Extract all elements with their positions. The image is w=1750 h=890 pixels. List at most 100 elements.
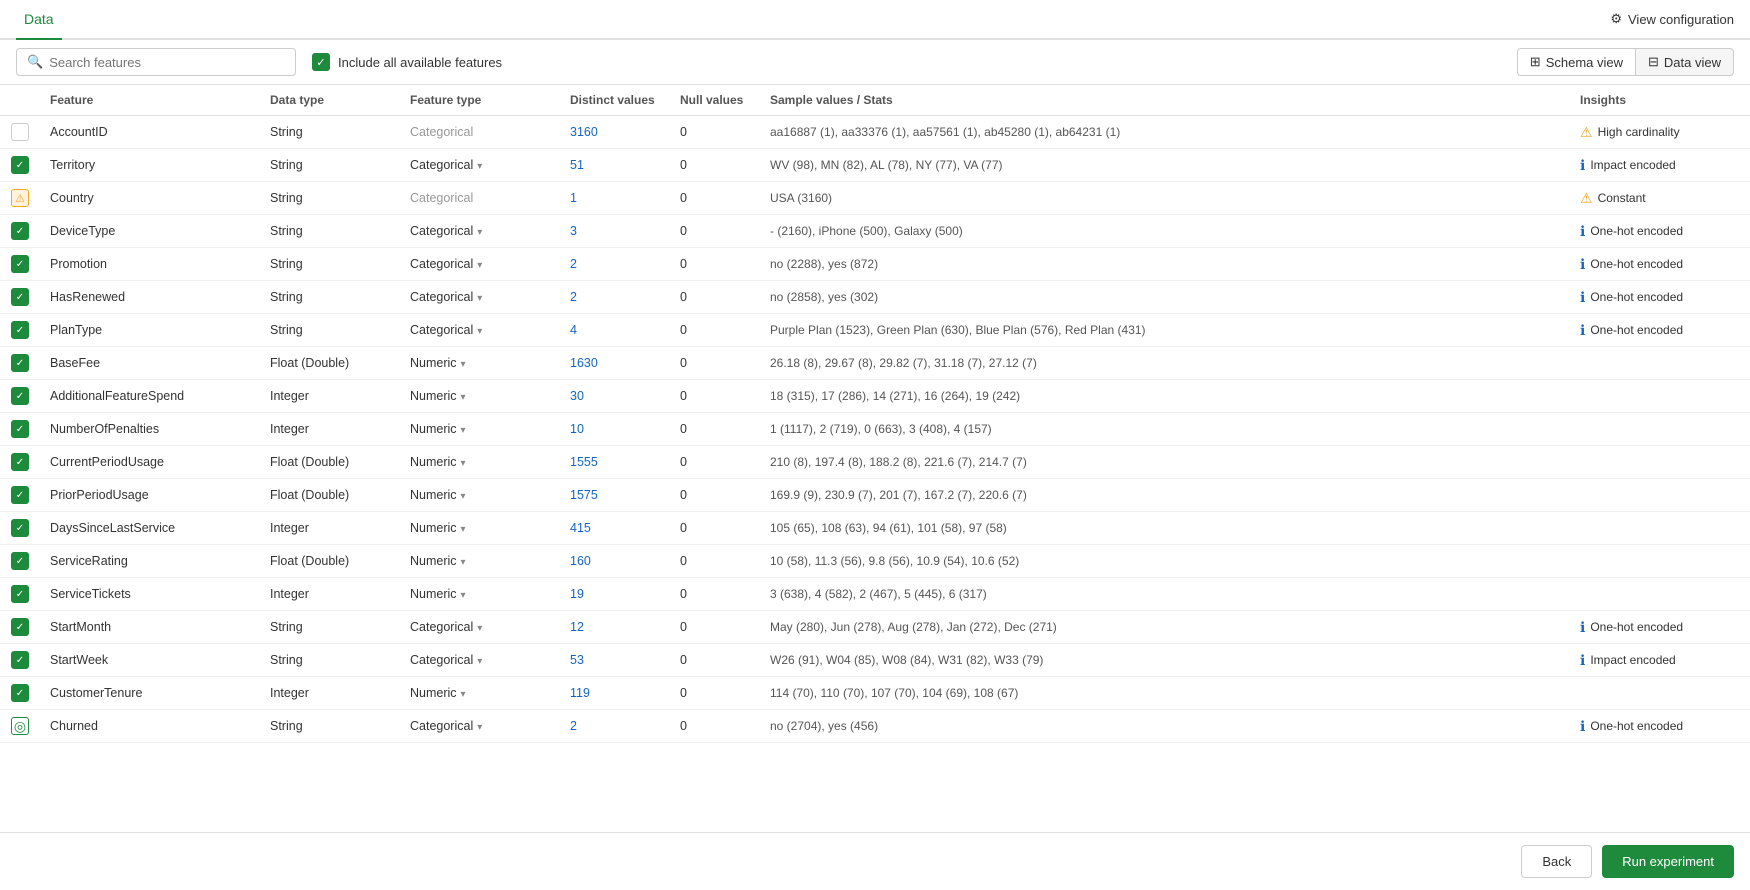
insights-cell bbox=[1570, 479, 1750, 512]
checkbox-cell: ✓ bbox=[0, 215, 40, 248]
dropdown-arrow: ▾ bbox=[461, 524, 466, 535]
null-values: 0 bbox=[670, 182, 760, 215]
include-all-checkbox[interactable]: ✓ bbox=[312, 53, 330, 71]
dropdown-arrow: ▾ bbox=[477, 722, 482, 733]
schema-view-label: Schema view bbox=[1546, 55, 1623, 70]
table-row: ✓ StartMonth String Categorical▾ 12 0 Ma… bbox=[0, 611, 1750, 644]
include-all-label: Include all available features bbox=[338, 55, 502, 70]
data-type: String bbox=[260, 149, 400, 182]
table-row: ✓ CurrentPeriodUsage Float (Double) Nume… bbox=[0, 446, 1750, 479]
insight-text: Constant bbox=[1598, 191, 1646, 205]
insight-info-icon: ℹ bbox=[1580, 652, 1585, 669]
row-checkbox[interactable]: ✓ bbox=[11, 222, 29, 240]
data-type: Float (Double) bbox=[260, 347, 400, 380]
feature-name: Promotion bbox=[40, 248, 260, 281]
sample-values: 18 (315), 17 (286), 14 (271), 16 (264), … bbox=[760, 380, 1570, 413]
checkbox-cell: ✓ bbox=[0, 545, 40, 578]
insights-cell: ℹOne-hot encoded bbox=[1570, 611, 1750, 644]
checkbox-cell: ✓ bbox=[0, 578, 40, 611]
dropdown-arrow: ▾ bbox=[461, 557, 466, 568]
feature-name: PlanType bbox=[40, 314, 260, 347]
feature-name: AccountID bbox=[40, 116, 260, 149]
null-values: 0 bbox=[670, 644, 760, 677]
row-checkbox[interactable]: ✓ bbox=[11, 321, 29, 339]
insights-cell bbox=[1570, 413, 1750, 446]
insight-badge: ⚠Constant bbox=[1580, 190, 1740, 207]
insights-cell bbox=[1570, 677, 1750, 710]
data-type: Float (Double) bbox=[260, 545, 400, 578]
null-values: 0 bbox=[670, 413, 760, 446]
back-button[interactable]: Back bbox=[1521, 845, 1592, 878]
data-type: String bbox=[260, 215, 400, 248]
null-values: 0 bbox=[670, 710, 760, 743]
row-checkbox[interactable]: ✓ bbox=[11, 420, 29, 438]
view-config-button[interactable]: ⚙ View configuration bbox=[1610, 11, 1734, 27]
table-row: ✓ PlanType String Categorical▾ 4 0 Purpl… bbox=[0, 314, 1750, 347]
data-type: String bbox=[260, 281, 400, 314]
row-checkbox[interactable]: ✓ bbox=[11, 684, 29, 702]
null-values: 0 bbox=[670, 611, 760, 644]
row-checkbox[interactable]: ✓ bbox=[11, 453, 29, 471]
insight-badge: ⚠High cardinality bbox=[1580, 124, 1740, 141]
row-checkbox[interactable]: ✓ bbox=[11, 519, 29, 537]
row-checkbox[interactable] bbox=[11, 123, 29, 141]
null-values: 0 bbox=[670, 380, 760, 413]
feature-type: Numeric▾ bbox=[400, 578, 560, 611]
insight-info-icon: ℹ bbox=[1580, 718, 1585, 735]
insight-text: Impact encoded bbox=[1590, 653, 1675, 667]
table-row: ✓ ServiceTickets Integer Numeric▾ 19 0 3… bbox=[0, 578, 1750, 611]
row-checkbox[interactable]: ✓ bbox=[11, 651, 29, 669]
insight-info-icon: ℹ bbox=[1580, 619, 1585, 636]
insight-badge: ℹ Impact encoded bbox=[1580, 652, 1740, 669]
feature-type: Categorical▾ bbox=[400, 710, 560, 743]
row-checkbox[interactable]: ✓ bbox=[11, 618, 29, 636]
null-values: 0 bbox=[670, 314, 760, 347]
checkbox-cell: ✓ bbox=[0, 512, 40, 545]
row-checkbox[interactable]: ✓ bbox=[11, 354, 29, 372]
search-box: 🔍 bbox=[16, 48, 296, 76]
feature-type: Numeric▾ bbox=[400, 446, 560, 479]
row-checkbox[interactable]: ✓ bbox=[11, 288, 29, 306]
include-all-container: ✓ Include all available features bbox=[312, 53, 502, 71]
data-type: Integer bbox=[260, 578, 400, 611]
toolbar: 🔍 ✓ Include all available features ⊞ Sch… bbox=[0, 40, 1750, 85]
row-checkbox[interactable]: ◎ bbox=[11, 717, 29, 735]
null-values: 0 bbox=[670, 248, 760, 281]
distinct-values: 2 bbox=[560, 281, 670, 314]
run-experiment-button[interactable]: Run experiment bbox=[1602, 845, 1734, 878]
checkbox-cell: ✓ bbox=[0, 611, 40, 644]
sample-values: 1 (1117), 2 (719), 0 (663), 3 (408), 4 (… bbox=[760, 413, 1570, 446]
table-row: ✓ Promotion String Categorical▾ 2 0 no (… bbox=[0, 248, 1750, 281]
sample-values: no (2704), yes (456) bbox=[760, 710, 1570, 743]
schema-view-button[interactable]: ⊞ Schema view bbox=[1517, 48, 1635, 76]
row-checkbox[interactable]: ✓ bbox=[11, 255, 29, 273]
data-tab[interactable]: Data bbox=[16, 0, 62, 40]
feature-name: CustomerTenure bbox=[40, 677, 260, 710]
data-type: Integer bbox=[260, 380, 400, 413]
feature-name: PriorPeriodUsage bbox=[40, 479, 260, 512]
checkbox-cell: ✓ bbox=[0, 644, 40, 677]
row-checkbox[interactable]: ✓ bbox=[11, 156, 29, 174]
sample-values: aa16887 (1), aa33376 (1), aa57561 (1), a… bbox=[760, 116, 1570, 149]
feature-type: Categorical▾ bbox=[400, 644, 560, 677]
footer: Back Run experiment bbox=[0, 832, 1750, 890]
insight-text: One-hot encoded bbox=[1590, 224, 1683, 238]
table-row: ✓ DeviceType String Categorical▾ 3 0 - (… bbox=[0, 215, 1750, 248]
checkbox-cell: ✓ bbox=[0, 413, 40, 446]
row-checkbox[interactable]: ✓ bbox=[11, 486, 29, 504]
insight-badge: ℹOne-hot encoded bbox=[1580, 256, 1740, 273]
search-input[interactable] bbox=[49, 55, 285, 70]
feature-type: Categorical▾ bbox=[400, 611, 560, 644]
data-view-button[interactable]: ⊟ Data view bbox=[1635, 48, 1734, 76]
table-row: ✓ CustomerTenure Integer Numeric▾ 119 0 … bbox=[0, 677, 1750, 710]
view-config-label: View configuration bbox=[1628, 12, 1734, 27]
row-checkbox[interactable]: ✓ bbox=[11, 585, 29, 603]
col-sample: Sample values / Stats bbox=[760, 85, 1570, 116]
distinct-values: 2 bbox=[560, 710, 670, 743]
null-values: 0 bbox=[670, 347, 760, 380]
row-checkbox[interactable]: ⚠ bbox=[11, 189, 29, 207]
row-checkbox[interactable]: ✓ bbox=[11, 387, 29, 405]
insights-cell: ℹOne-hot encoded bbox=[1570, 314, 1750, 347]
row-checkbox[interactable]: ✓ bbox=[11, 552, 29, 570]
dropdown-arrow: ▾ bbox=[477, 293, 482, 304]
